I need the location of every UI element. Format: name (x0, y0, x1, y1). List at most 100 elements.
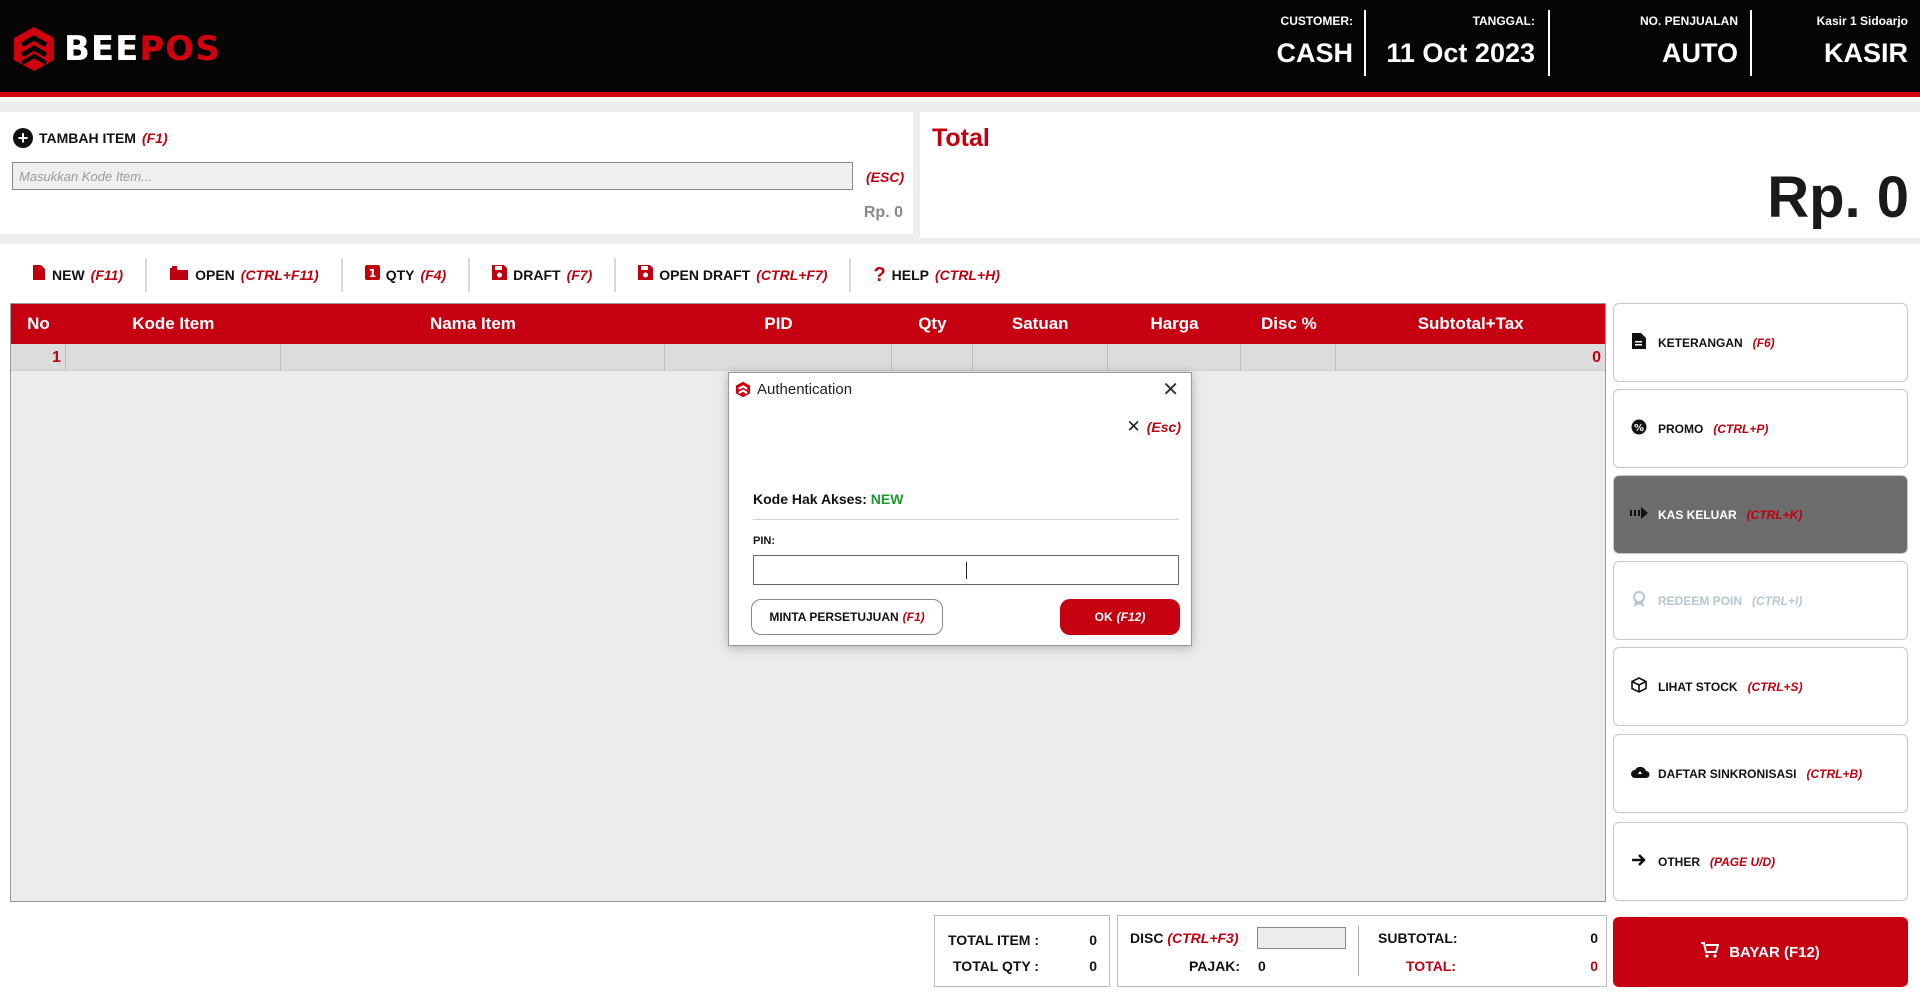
access-code-label: Kode Hak Akses: NEW (753, 491, 904, 507)
other-button[interactable]: OTHER (PAGE U/D) (1613, 822, 1908, 901)
dialog-title: Authentication (757, 381, 853, 398)
disc-input[interactable] (1257, 927, 1346, 949)
save-icon (492, 265, 508, 285)
new-button[interactable]: NEW (F11) (10, 258, 148, 292)
customer-cell[interactable]: CUSTOMER: CASH (1245, 10, 1353, 76)
total-qty-label: TOTAL QTY : (953, 958, 1040, 974)
cell-disc[interactable] (1241, 343, 1337, 371)
total-amount: Rp. 0 (1767, 165, 1909, 230)
authentication-dialog: Authentication ✕ ✕ (Esc) Kode Hak Akses:… (728, 372, 1192, 646)
app-header: BEEPOS CUSTOMER: CASH TANGGAL: 11 Oct 20… (0, 0, 1920, 97)
file-icon (32, 264, 46, 286)
brand-name: BEEPOS (64, 29, 221, 69)
close-icon[interactable]: ✕ (1162, 377, 1179, 402)
column-header-satuan[interactable]: Satuan (973, 314, 1108, 334)
cashier-cell: Kasir 1 Sidoarjo KASIR (1762, 10, 1908, 76)
sale-number-label: NO. PENJUALAN (1639, 14, 1738, 28)
help-button[interactable]: ? HELP (CTRL+H) (851, 258, 1022, 292)
column-header-subtotal[interactable]: Subtotal+Tax (1336, 314, 1605, 334)
cell-harga[interactable] (1108, 343, 1242, 371)
pajak-label: PAJAK: (1189, 958, 1241, 974)
pin-label: PIN: (753, 535, 775, 547)
date-label: TANGGAL: (1472, 14, 1535, 28)
grand-total-label: TOTAL: (1406, 958, 1457, 974)
brand-logo: BEEPOS (12, 24, 221, 74)
redeem-poin-button[interactable]: REDEEM POIN (CTRL+I) (1613, 561, 1908, 640)
award-icon (1630, 590, 1648, 611)
cell-qty[interactable] (892, 343, 973, 371)
row-number: 1 (11, 343, 66, 371)
sale-number-cell: NO. PENJUALAN AUTO (1560, 10, 1738, 76)
pin-input[interactable] (753, 555, 1179, 585)
customer-value: CASH (1276, 38, 1353, 68)
cell-nama-item[interactable] (281, 343, 666, 371)
arrow-right-icon (1630, 853, 1648, 871)
lihat-stock-button[interactable]: LIHAT STOCK (CTRL+S) (1613, 647, 1908, 726)
svg-text:1: 1 (368, 267, 376, 280)
keterangan-button[interactable]: KETERANGAN (F6) (1613, 303, 1908, 382)
total-panel: Total Rp. 0 (920, 112, 1920, 238)
date-value: 11 Oct 2023 (1386, 38, 1535, 68)
total-qty-value: 0 (1089, 958, 1097, 974)
add-item-title: + TAMBAH ITEM (F1) (13, 128, 168, 148)
total-title: Total (932, 124, 990, 152)
ok-button[interactable]: OK (F12) (1060, 599, 1180, 635)
cell-pid[interactable] (665, 343, 892, 371)
summary-divider (1358, 926, 1359, 976)
column-header-disc[interactable]: Disc % (1241, 314, 1336, 334)
disc-label: DISC (CTRL+F3) (1130, 930, 1239, 946)
note-icon (1630, 332, 1648, 353)
request-approval-button[interactable]: MINTA PERSETUJUAN (F1) (751, 599, 943, 635)
bayar-button[interactable]: BAYAR (F12) (1613, 917, 1908, 987)
cell-kode-item[interactable] (66, 343, 281, 371)
save-icon (638, 265, 654, 285)
column-header-no[interactable]: No (11, 314, 66, 334)
draft-button[interactable]: DRAFT (F7) (470, 258, 617, 292)
esc-hint: (ESC) (866, 169, 905, 185)
qty-button[interactable]: 1 QTY (F4) (343, 258, 471, 292)
totals-summary-box: DISC (CTRL+F3) PAJAK: 0 SUBTOTAL: 0 TOTA… (1117, 915, 1607, 987)
column-header-harga[interactable]: Harga (1108, 314, 1242, 334)
date-cell: TANGGAL: 11 Oct 2023 (1375, 10, 1535, 76)
access-code-value: NEW (870, 491, 904, 507)
cashier-value: KASIR (1823, 38, 1908, 68)
cart-icon (1701, 942, 1720, 962)
item-price: Rp. 0 (863, 204, 903, 221)
open-draft-button[interactable]: OPEN DRAFT (CTRL+F7) (616, 258, 852, 292)
question-icon: ? (873, 263, 886, 286)
header-divider (1750, 10, 1752, 76)
cashier-label: Kasir 1 Sidoarjo (1816, 14, 1908, 28)
total-item-value: 0 (1089, 932, 1097, 948)
column-header-nama-item[interactable]: Nama Item (281, 314, 666, 334)
sale-number-value: AUTO (1661, 38, 1738, 68)
box-icon (1630, 676, 1648, 697)
kas-keluar-button[interactable]: KAS KELUAR (CTRL+K) (1613, 475, 1908, 554)
promo-button[interactable]: % PROMO (CTRL+P) (1613, 389, 1908, 468)
folder-icon (169, 265, 189, 286)
pajak-value: 0 (1258, 958, 1266, 974)
column-header-pid[interactable]: PID (665, 314, 892, 334)
cash-out-icon (1630, 506, 1648, 523)
subtotal-label: SUBTOTAL: (1378, 930, 1458, 946)
open-button[interactable]: OPEN (CTRL+F11) (147, 258, 343, 292)
cloud-sync-icon (1630, 765, 1650, 783)
beepos-logo-icon (735, 381, 751, 403)
header-divider (1364, 10, 1366, 76)
badge-icon: % (1630, 419, 1648, 439)
item-code-input[interactable] (12, 162, 853, 190)
customer-label: CUSTOMER: (1280, 14, 1353, 28)
table-row[interactable]: 1 0 (11, 343, 1605, 371)
dialog-divider (753, 519, 1179, 520)
daftar-sinkronisasi-button[interactable]: DAFTAR SINKRONISASI (CTRL+B) (1613, 734, 1908, 813)
cell-subtotal: 0 (1592, 348, 1602, 366)
text-caret (966, 562, 967, 579)
cell-satuan[interactable] (973, 343, 1108, 371)
total-item-label: TOTAL ITEM : (948, 932, 1039, 948)
column-header-qty[interactable]: Qty (892, 314, 973, 334)
number-one-icon: 1 (364, 265, 380, 285)
item-summary-box: TOTAL ITEM : 0 TOTAL QTY : 0 (934, 915, 1110, 987)
close-icon: ✕ (1126, 417, 1141, 436)
column-header-kode-item[interactable]: Kode Item (66, 314, 281, 334)
esc-close-button[interactable]: ✕ (Esc) (1127, 417, 1181, 437)
svg-text:%: % (1634, 423, 1644, 434)
